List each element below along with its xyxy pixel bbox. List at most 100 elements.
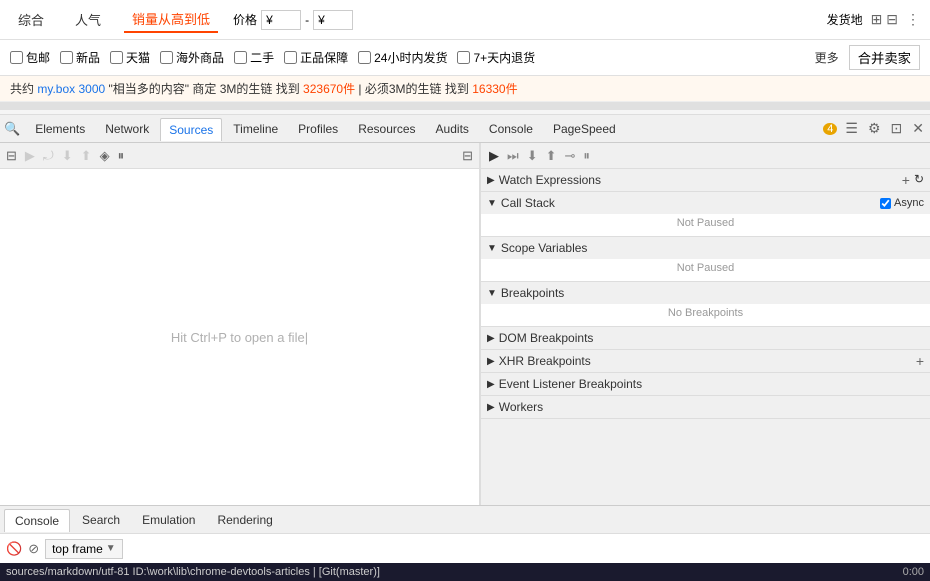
more-icon[interactable]: ⋮ — [906, 11, 920, 28]
scope-variables-section: ▼ Scope Variables Not Paused — [481, 237, 930, 282]
checkbox-海外[interactable]: 海外商品 — [160, 49, 224, 66]
add-xhr-icon[interactable]: + — [916, 353, 924, 369]
frame-selector[interactable]: top frame ▼ — [45, 539, 123, 559]
tab-resources[interactable]: Resources — [349, 117, 424, 140]
nav-row: 综合 人气 销量从高到低 价格 - 发货地 ⊞ ⊟ ⋮ — [0, 0, 930, 40]
close-icon[interactable]: ✕ — [910, 118, 926, 139]
add-watch-icon[interactable]: + — [902, 172, 910, 188]
step-into-debugger-icon[interactable]: ⬇ — [525, 146, 540, 166]
webpage-area: 综合 人气 销量从高到低 价格 - 发货地 ⊞ ⊟ ⋮ 包邮 新品 天猫 海外商… — [0, 0, 930, 115]
breakpoints-arrow-icon: ▼ — [487, 288, 497, 299]
call-stack-header[interactable]: ▼ Call Stack Async — [481, 192, 930, 214]
breakpoints-label: Breakpoints — [501, 286, 564, 300]
format-icon[interactable]: ☰ — [843, 118, 860, 139]
checkbox-7days[interactable]: 7+天内退货 — [457, 49, 535, 66]
call-stack-arrow-icon: ▼ — [487, 198, 497, 209]
cursor: | — [305, 330, 308, 345]
watch-expressions-icons: + ↻ — [902, 172, 924, 188]
sources-panel: ⊟ ▶ ⤾ ⬇ ⬆ ◈ ⏸ ⊟ Hit Ctrl+P to open a fil… — [0, 143, 480, 505]
settings-icon[interactable]: ⚙ — [866, 118, 883, 139]
error-count-badge[interactable]: 4 — [823, 123, 837, 135]
workers-label: Workers — [499, 400, 543, 414]
scope-variables-content: Not Paused — [481, 259, 930, 281]
drawer-icon[interactable]: ⊟ — [460, 146, 475, 166]
tab-sources[interactable]: Sources — [160, 118, 222, 141]
tab-rendering-bottom[interactable]: Rendering — [207, 509, 282, 531]
product-info-row: 共约 my.box 3000 "相当多的内容" 商定 3M的生链 找到 3236… — [0, 76, 930, 102]
event-listener-header[interactable]: ▶ Event Listener Breakpoints — [481, 373, 930, 395]
xhr-breakpoints-section: ▶ XHR Breakpoints + — [481, 350, 930, 373]
horizontal-scrollbar[interactable] — [0, 102, 930, 110]
xhr-bp-arrow-icon: ▶ — [487, 356, 495, 367]
dom-bp-arrow-icon: ▶ — [487, 333, 495, 344]
step-over-icon[interactable]: ⤾ — [41, 146, 56, 166]
checkbox-二手[interactable]: 二手 — [234, 49, 274, 66]
price-min-input[interactable] — [261, 10, 301, 30]
pause-on-exceptions-icon[interactable]: ⏸ — [116, 146, 127, 166]
pause-debugger-icon[interactable]: ⏸ — [581, 146, 592, 166]
nav-tab-综合[interactable]: 综合 — [10, 7, 52, 32]
watch-expressions-section: ▶ Watch Expressions + ↻ — [481, 169, 930, 192]
deactivate-breakpoints-icon[interactable]: ◈ — [98, 146, 112, 166]
call-stack-section: ▼ Call Stack Async Not Paused — [481, 192, 930, 237]
event-listener-label: Event Listener Breakpoints — [499, 377, 642, 391]
step-into-icon[interactable]: ⬇ — [60, 146, 75, 166]
tab-search-bottom[interactable]: Search — [72, 509, 130, 531]
status-url: sources/markdown/utf-81 ID:\work\lib\chr… — [6, 566, 903, 578]
watch-arrow-icon: ▶ — [487, 175, 495, 186]
right-nav: 发货地 ⊞ ⊟ ⋮ — [827, 11, 920, 28]
scope-variables-header[interactable]: ▼ Scope Variables — [481, 237, 930, 259]
tab-network[interactable]: Network — [96, 117, 158, 140]
resume-debugger-icon[interactable]: ▶ — [487, 146, 501, 166]
workers-arrow-icon: ▶ — [487, 402, 495, 413]
tab-elements[interactable]: Elements — [26, 117, 94, 140]
resume-icon[interactable]: ▶ — [23, 146, 37, 166]
watch-expressions-header[interactable]: ▶ Watch Expressions + ↻ — [481, 169, 930, 191]
checkbox-包邮[interactable]: 包邮 — [10, 49, 50, 66]
checkbox-新品[interactable]: 新品 — [60, 49, 100, 66]
tab-timeline[interactable]: Timeline — [224, 117, 287, 140]
checkbox-24h[interactable]: 24小时内发货 — [358, 49, 447, 66]
clear-console-icon[interactable]: 🚫 — [6, 541, 22, 557]
tab-audits[interactable]: Audits — [427, 117, 478, 140]
combine-sellers-button[interactable]: 合并卖家 — [849, 45, 920, 70]
nav-tab-销量[interactable]: 销量从高到低 — [124, 6, 218, 33]
checkbox-正品[interactable]: 正品保障 — [284, 49, 348, 66]
price-max-input[interactable] — [313, 10, 353, 30]
sources-toolbar: ⊟ ▶ ⤾ ⬇ ⬆ ◈ ⏸ ⊟ — [0, 143, 479, 169]
price-tab-label[interactable]: 价格 — [233, 11, 257, 28]
nav-tab-人气[interactable]: 人气 — [67, 7, 109, 32]
tab-console-bottom[interactable]: Console — [4, 509, 70, 532]
checkbox-天猫[interactable]: 天猫 — [110, 49, 150, 66]
dom-breakpoints-label: DOM Breakpoints — [499, 331, 594, 345]
dom-breakpoints-header[interactable]: ▶ DOM Breakpoints — [481, 327, 930, 349]
step-over-debugger-icon[interactable]: ⏭ — [505, 146, 521, 166]
refresh-watch-icon[interactable]: ↻ — [914, 172, 924, 188]
dom-breakpoints-section: ▶ DOM Breakpoints — [481, 327, 930, 350]
tab-profiles[interactable]: Profiles — [289, 117, 347, 140]
event-listener-arrow-icon: ▶ — [487, 379, 495, 390]
deactivate-debugger-icon[interactable]: ⊸ — [563, 146, 578, 166]
options-row: 包邮 新品 天猫 海外商品 二手 正品保障 24小时内发货 7+天内退货 更多 … — [0, 40, 930, 76]
sidebar-toggle-icon[interactable]: ⊟ — [4, 146, 19, 166]
workers-header[interactable]: ▶ Workers — [481, 396, 930, 418]
step-out-icon[interactable]: ⬆ — [79, 146, 94, 166]
breakpoints-header[interactable]: ▼ Breakpoints — [481, 282, 930, 304]
async-checkbox[interactable] — [880, 198, 891, 209]
xhr-breakpoints-header[interactable]: ▶ XHR Breakpoints + — [481, 350, 930, 372]
grid-icon[interactable]: ⊞ ⊟ — [871, 11, 898, 28]
step-out-debugger-icon[interactable]: ⬆ — [544, 146, 559, 166]
status-bar: sources/markdown/utf-81 ID:\work\lib\chr… — [0, 563, 930, 581]
dock-icon[interactable]: ⊡ — [889, 118, 905, 139]
tab-emulation-bottom[interactable]: Emulation — [132, 509, 205, 531]
price-separator: - — [305, 13, 309, 27]
tab-pagespeed[interactable]: PageSpeed — [544, 117, 625, 140]
filter-console-icon[interactable]: ⊘ — [28, 541, 39, 557]
more-button[interactable]: 更多 — [815, 49, 839, 66]
tab-console[interactable]: Console — [480, 117, 542, 140]
toolbar-right: ⊟ — [460, 146, 475, 166]
search-icon[interactable]: 🔍 — [4, 121, 20, 137]
shipping-tab[interactable]: 发货地 — [827, 11, 863, 28]
open-file-hint: Hit Ctrl+P to open a file — [171, 330, 305, 345]
status-time: 0:00 — [903, 566, 924, 578]
